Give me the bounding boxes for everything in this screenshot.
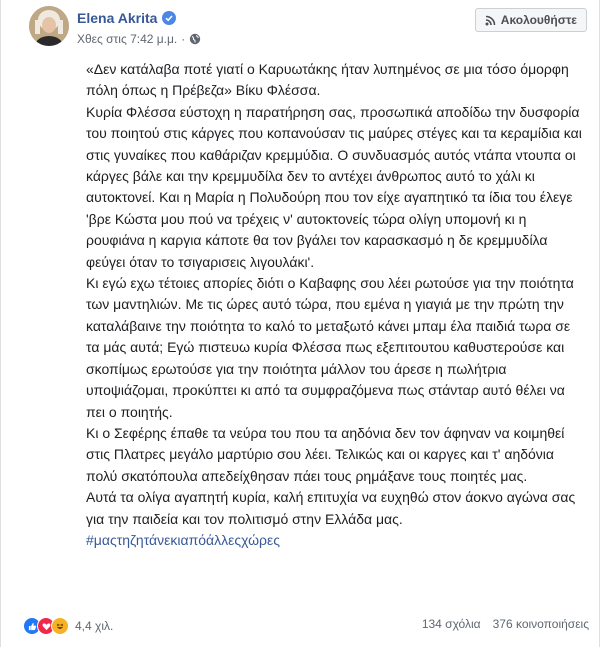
post-hashtag[interactable]: #μαςτηζητάνεκιαπόάλλεςχώρες <box>86 532 280 548</box>
follow-button-label: Ακολουθήστε <box>500 13 577 27</box>
facebook-post: Elena Akrita Χθες στις 7:42 μ.μ. · Ακολο… <box>0 0 600 647</box>
meta-separator: · <box>181 32 186 46</box>
globe-icon[interactable] <box>189 33 201 45</box>
follow-button[interactable]: Ακολουθήστε <box>474 8 587 32</box>
rss-icon <box>485 15 496 26</box>
author-name-row: Elena Akrita <box>77 10 177 26</box>
post-paragraph: Κι εγώ εχω τέτοιες απορίες διότι ο Καβαφ… <box>86 275 574 420</box>
author-avatar[interactable] <box>29 6 69 46</box>
haha-icon <box>51 617 69 635</box>
comments-count[interactable]: 134 σχόλια <box>422 617 481 631</box>
verified-badge-icon <box>162 11 177 25</box>
post-paragraph: «Δεν κατάλαβα ποτέ γιατί ο Καρυωτάκης ήτ… <box>86 61 569 99</box>
avatar-photo <box>29 6 69 46</box>
reaction-count[interactable]: 4,4 χιλ. <box>75 619 113 633</box>
post-paragraph: Κυρία Φλέσσα εύστοχη η παρατήρηση σας, π… <box>86 103 582 270</box>
engagement-stats: 134 σχόλια 376 κοινοποιήσεις <box>422 617 589 631</box>
post-timestamp[interactable]: Χθες στις 7:42 μ.μ. <box>77 32 177 46</box>
post-header: Elena Akrita Χθες στις 7:42 μ.μ. · Ακολο… <box>29 4 589 56</box>
post-body: «Δεν κατάλαβα ποτέ γιατί ο Καρυωτάκης ήτ… <box>86 59 586 551</box>
post-paragraph: Αυτά τα ολίγα αγαπητή κυρία, καλή επιτυχ… <box>86 489 576 527</box>
author-name[interactable]: Elena Akrita <box>77 10 157 26</box>
reaction-summary[interactable]: 4,4 χιλ. <box>23 617 113 635</box>
shares-count[interactable]: 376 κοινοποιήσεις <box>493 617 589 631</box>
post-meta: Χθες στις 7:42 μ.μ. · <box>77 32 201 46</box>
post-footer: 4,4 χιλ. 134 σχόλια 376 κοινοποιήσεις <box>23 617 591 639</box>
post-paragraph: Κι ο Σεφέρης έπαθε τα νεύρα του που τα α… <box>86 424 565 484</box>
